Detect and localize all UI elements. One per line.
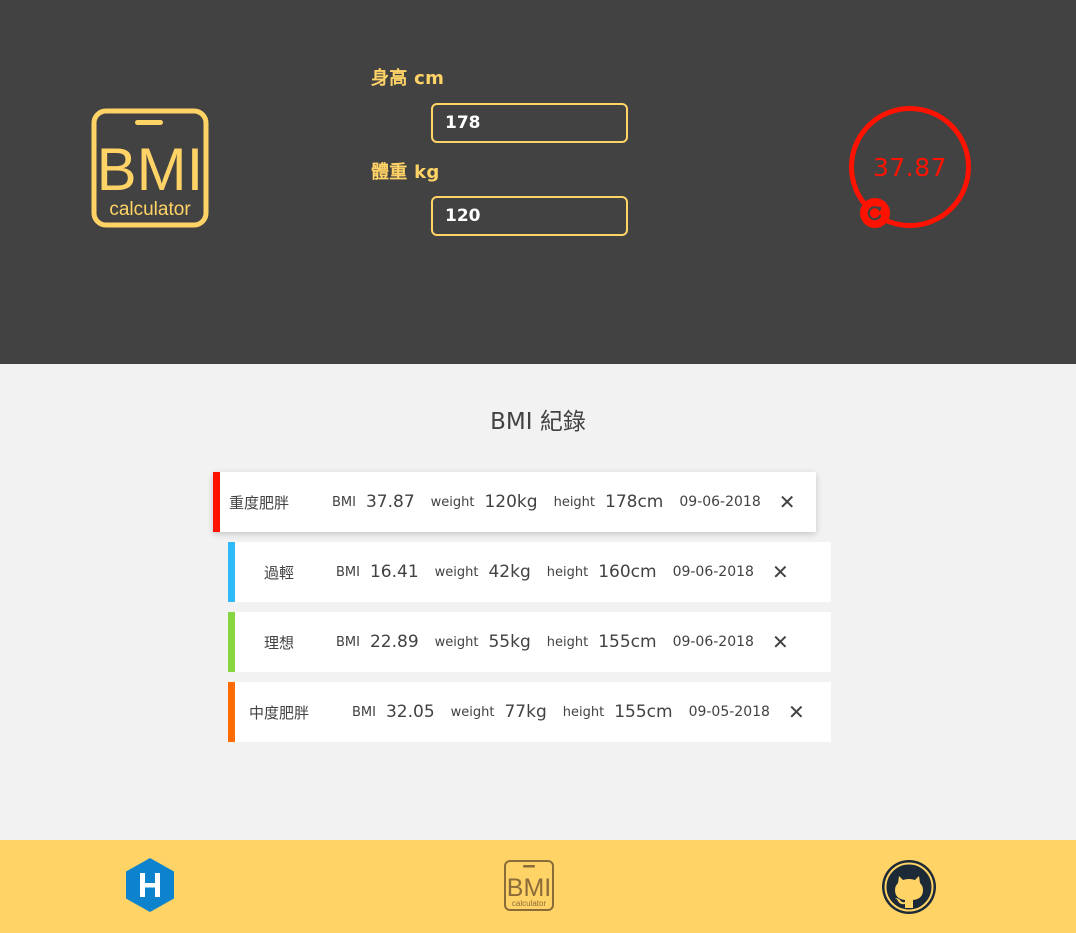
bmi-result-value: 37.87 bbox=[872, 152, 948, 182]
weight-input[interactable] bbox=[431, 196, 628, 236]
height-input[interactable] bbox=[431, 103, 628, 143]
height-key: height bbox=[546, 564, 589, 580]
status-color-bar bbox=[228, 682, 235, 742]
github-icon[interactable] bbox=[880, 858, 938, 916]
height-value: 155cm bbox=[598, 632, 657, 652]
weight-value: 42kg bbox=[488, 562, 531, 582]
height-label: 身高 cm bbox=[371, 68, 445, 89]
logo-line1: BMI bbox=[97, 136, 204, 203]
record-row: 過輕 BMI 16.41 weight 42kg height 160cm 09… bbox=[228, 542, 831, 602]
weight-label: 體重 kg bbox=[371, 162, 440, 183]
bmi-key: BMI bbox=[336, 564, 360, 580]
record-date: 09-06-2018 bbox=[672, 634, 754, 650]
record-status: 重度肥胖 bbox=[229, 493, 290, 512]
weight-key: weight bbox=[434, 564, 479, 580]
height-value: 178cm bbox=[605, 492, 664, 512]
footer-logo-line2: calculator bbox=[512, 899, 547, 908]
bmi-key: BMI bbox=[332, 494, 356, 510]
record-status: 過輕 bbox=[264, 563, 295, 582]
weight-key: weight bbox=[434, 634, 479, 650]
height-key: height bbox=[553, 494, 596, 510]
record-date: 09-05-2018 bbox=[688, 704, 770, 720]
records-title: BMI 紀錄 bbox=[490, 409, 586, 435]
weight-key: weight bbox=[430, 494, 475, 510]
bmi-key: BMI bbox=[352, 704, 376, 720]
footer: BMI calculator bbox=[0, 840, 1076, 933]
delete-icon[interactable]: ✕ bbox=[779, 492, 796, 512]
height-value: 160cm bbox=[598, 562, 657, 582]
footer-logo-line1: BMI bbox=[507, 874, 551, 902]
delete-icon[interactable]: ✕ bbox=[772, 632, 789, 652]
weight-value: 77kg bbox=[504, 702, 547, 722]
record-row: 重度肥胖 BMI 37.87 weight 120kg height 178cm… bbox=[213, 472, 816, 532]
refresh-icon bbox=[867, 206, 882, 221]
height-key: height bbox=[562, 704, 605, 720]
bmi-value: 32.05 bbox=[385, 702, 435, 722]
reset-button[interactable] bbox=[860, 198, 890, 228]
weight-value: 55kg bbox=[488, 632, 531, 652]
delete-icon[interactable]: ✕ bbox=[788, 702, 805, 722]
record-row: 理想 BMI 22.89 weight 55kg height 155cm 09… bbox=[228, 612, 831, 672]
weight-key: weight bbox=[450, 704, 495, 720]
weight-value: 120kg bbox=[484, 492, 538, 512]
bmi-value: 22.89 bbox=[369, 632, 419, 652]
bmi-value: 16.41 bbox=[369, 562, 419, 582]
status-color-bar bbox=[228, 612, 235, 672]
height-key: height bbox=[546, 634, 589, 650]
status-color-bar bbox=[213, 472, 220, 532]
delete-icon[interactable]: ✕ bbox=[772, 562, 789, 582]
record-date: 09-06-2018 bbox=[672, 564, 754, 580]
bmi-logo-icon[interactable]: BMI calculator bbox=[503, 859, 555, 912]
record-status: 理想 bbox=[264, 633, 295, 652]
logo-line2: calculator bbox=[109, 199, 191, 220]
record-status: 中度肥胖 bbox=[249, 703, 310, 722]
header: BMI calculator 身高 cm 體重 kg 37.87 bbox=[0, 0, 1076, 364]
hexo-icon[interactable] bbox=[121, 856, 179, 914]
status-color-bar bbox=[228, 542, 235, 602]
bmi-key: BMI bbox=[336, 634, 360, 650]
record-row: 中度肥胖 BMI 32.05 weight 77kg height 155cm … bbox=[228, 682, 831, 742]
bmi-value: 37.87 bbox=[365, 492, 415, 512]
height-value: 155cm bbox=[614, 702, 673, 722]
bmi-logo: BMI calculator bbox=[91, 108, 209, 228]
record-date: 09-06-2018 bbox=[679, 494, 761, 510]
